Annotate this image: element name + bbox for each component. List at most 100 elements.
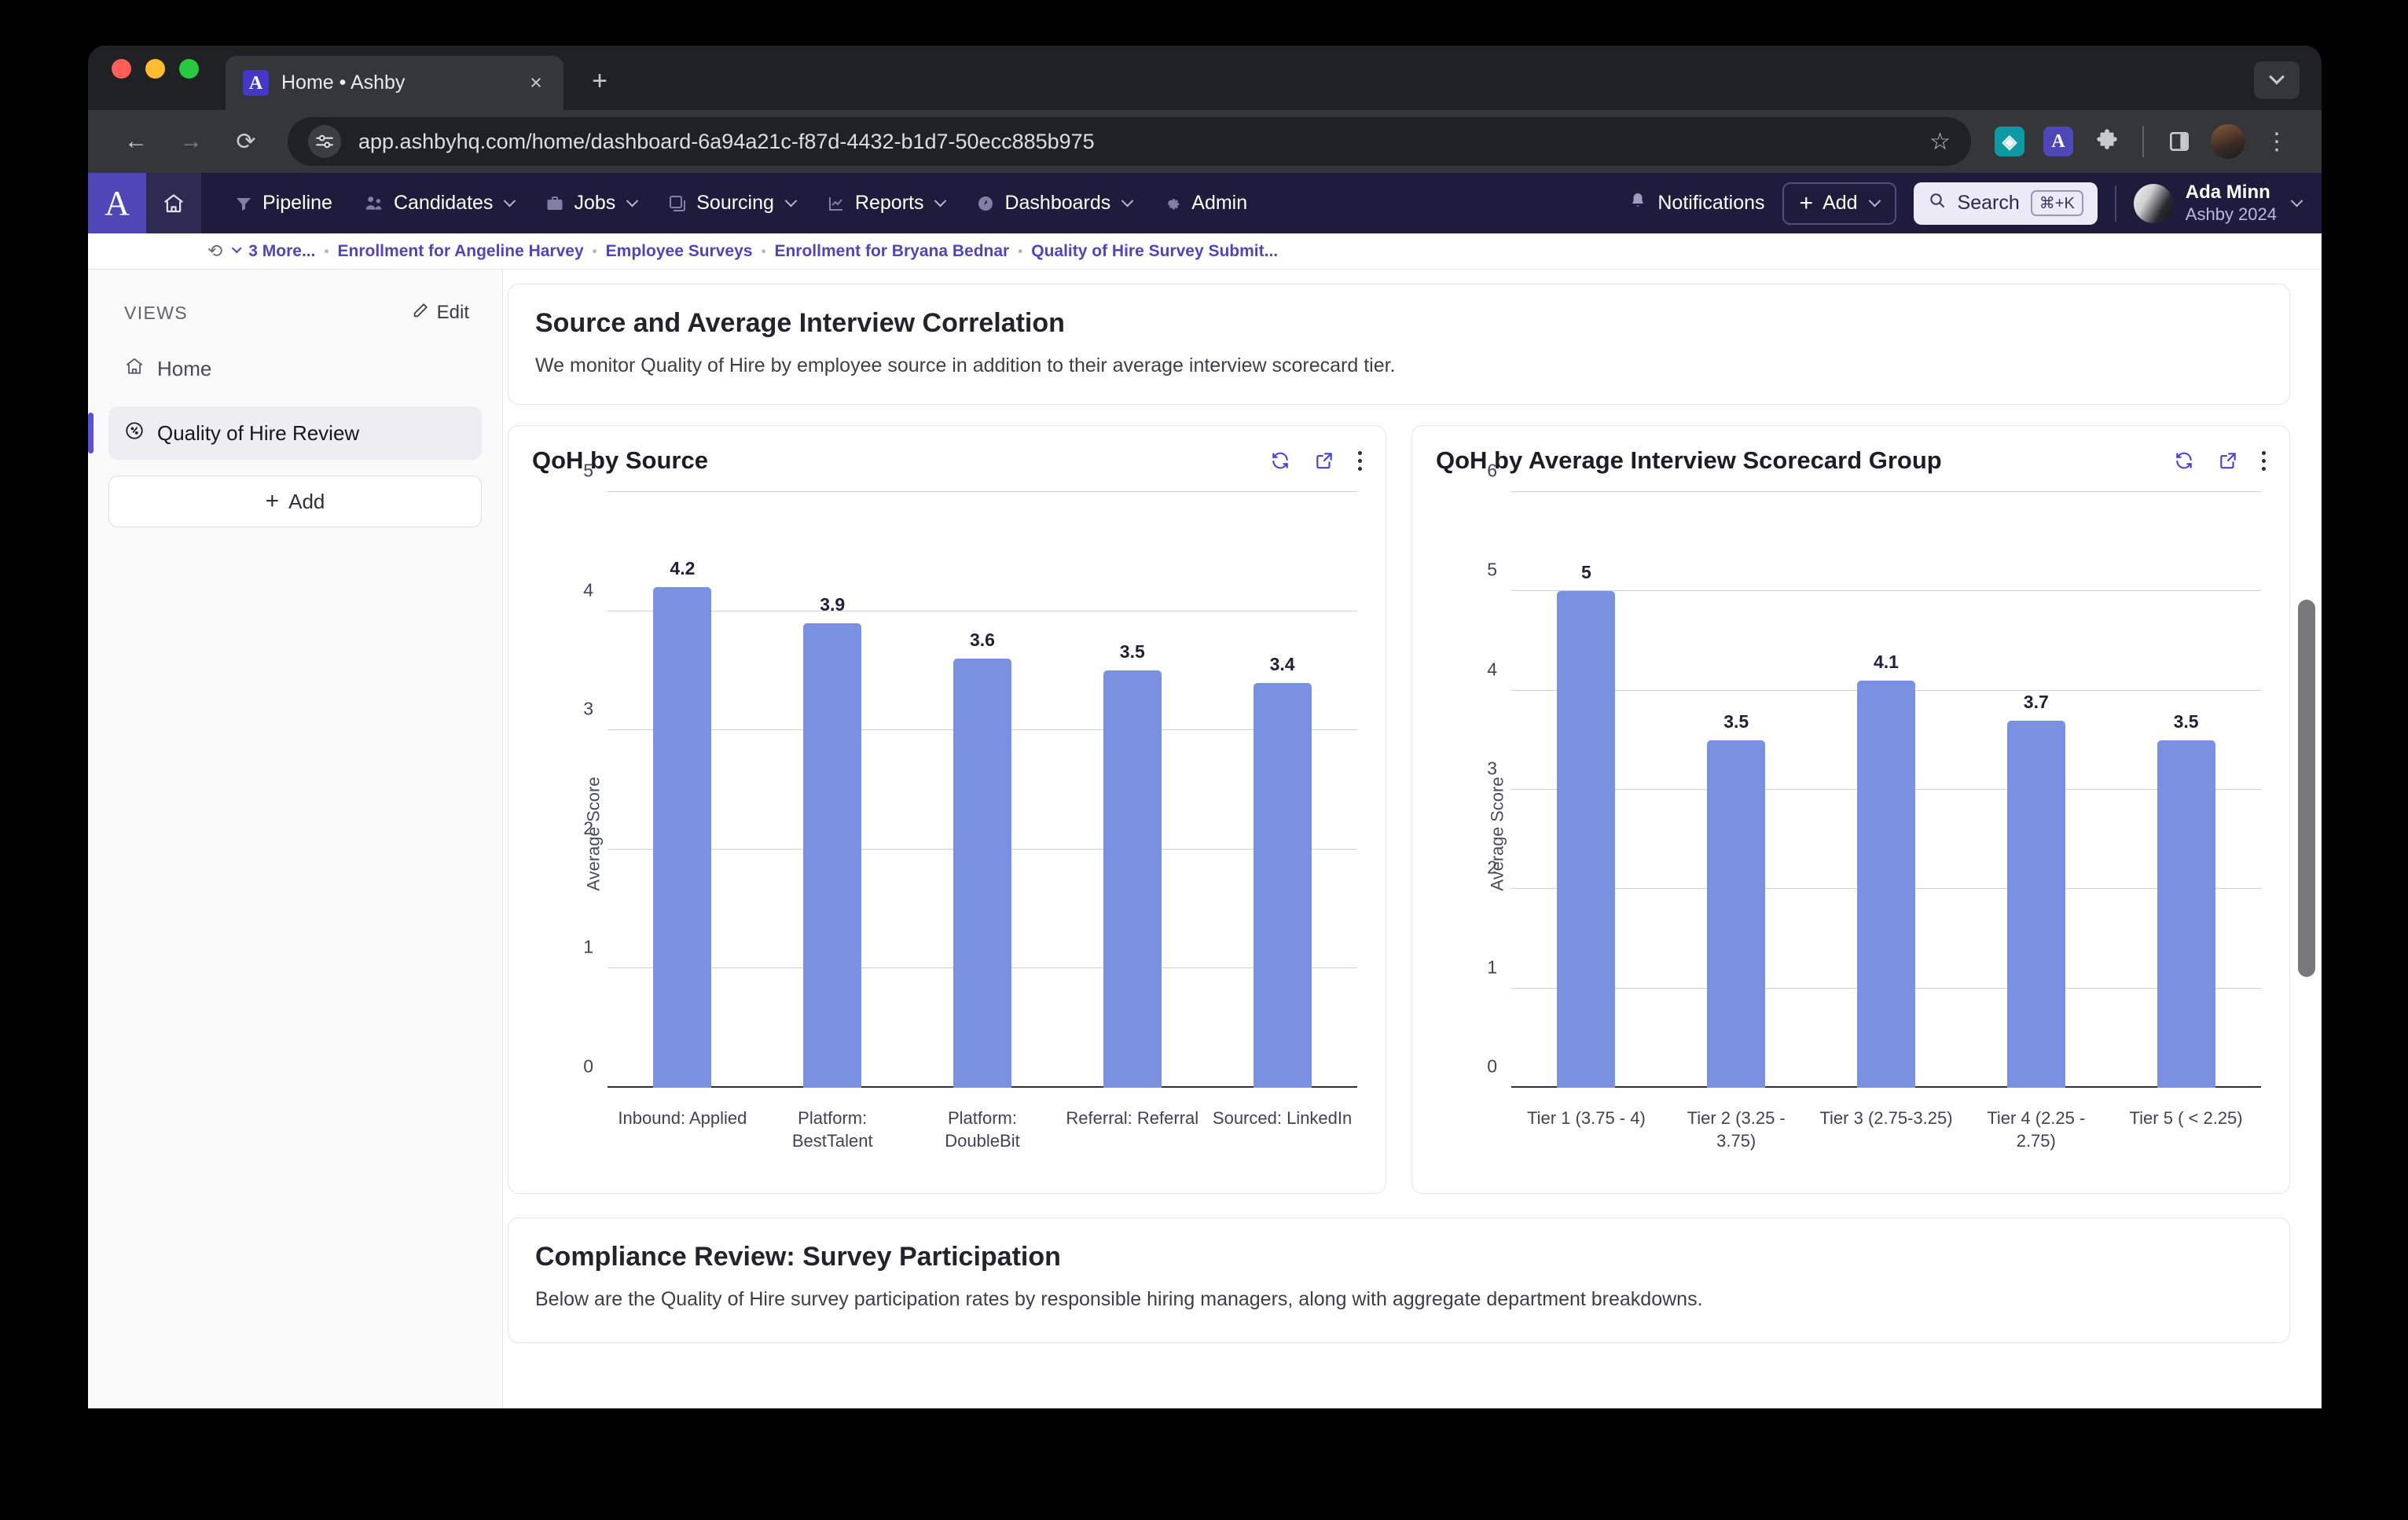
bar-group[interactable]: 4.1 xyxy=(1812,492,1962,1088)
nav-label-reports: Reports xyxy=(855,192,924,215)
gear-icon xyxy=(1163,194,1182,213)
ashby-logo[interactable]: A xyxy=(88,173,146,233)
x-tick-label: Inbound: Applied xyxy=(608,1107,758,1129)
views-header: VIEWS Edit xyxy=(108,295,482,331)
user-org: Ashby 2024 xyxy=(2186,204,2277,226)
refresh-icon[interactable] xyxy=(2174,450,2194,471)
external-link-icon[interactable] xyxy=(1314,450,1334,471)
site-settings-icon[interactable] xyxy=(308,125,341,158)
sidebar-item-home[interactable]: Home xyxy=(108,342,482,395)
extension-icon-ashby[interactable]: A xyxy=(2037,120,2079,163)
bar[interactable] xyxy=(1857,681,1915,1088)
search-shortcut-badge: ⌘+K xyxy=(2031,190,2083,216)
profile-avatar[interactable] xyxy=(2207,120,2249,163)
bar-group[interactable]: 3.7 xyxy=(1961,492,2111,1088)
bar[interactable] xyxy=(803,623,861,1088)
bar-group[interactable]: 3.4 xyxy=(1207,492,1357,1088)
bar-group[interactable]: 3.9 xyxy=(758,492,908,1088)
side-panel-icon[interactable] xyxy=(2158,120,2201,163)
sidebar-add-view-button[interactable]: + Add xyxy=(108,475,482,527)
refresh-icon[interactable] xyxy=(1270,450,1290,471)
nav-label-sourcing: Sourcing xyxy=(696,192,774,215)
nav-item-pipeline[interactable]: Pipeline xyxy=(218,173,348,233)
bar[interactable] xyxy=(1557,591,1615,1088)
bar[interactable] xyxy=(2007,721,2065,1088)
extension-icon-1[interactable]: ◈ xyxy=(1988,120,2031,163)
breadcrumb-item[interactable]: Employee Surveys xyxy=(606,242,753,261)
breadcrumb-more[interactable]: 3 More... xyxy=(248,242,315,261)
search-button[interactable]: Search ⌘+K xyxy=(1914,182,2098,225)
history-icon[interactable]: ⟲ xyxy=(207,240,222,262)
nav-home-button[interactable] xyxy=(146,173,201,233)
bar[interactable] xyxy=(1707,740,1765,1088)
kebab-menu-icon[interactable] xyxy=(1358,451,1362,471)
bar-group[interactable]: 3.5 xyxy=(1057,492,1207,1088)
forward-button[interactable]: → xyxy=(167,117,215,166)
breadcrumb-item[interactable]: Enrollment for Angeline Harvey xyxy=(338,242,584,261)
new-tab-button[interactable]: + xyxy=(584,68,615,94)
chart-actions xyxy=(1270,450,1362,471)
bar-group[interactable]: 3.5 xyxy=(2111,492,2261,1088)
nav-item-admin[interactable]: Admin xyxy=(1147,173,1263,233)
minimize-window-button[interactable] xyxy=(145,59,165,79)
nav-item-candidates[interactable]: Candidates xyxy=(348,173,530,233)
scrollbar-thumb[interactable] xyxy=(2298,600,2315,977)
close-tab-icon[interactable]: × xyxy=(523,72,549,94)
bookmark-star-icon[interactable]: ☆ xyxy=(1929,128,1955,156)
extensions-puzzle-icon[interactable] xyxy=(2086,120,2128,163)
tab-list-dropdown-button[interactable] xyxy=(2254,61,2300,99)
nav-item-reports[interactable]: Reports xyxy=(811,173,961,233)
briefcase-icon xyxy=(545,194,564,213)
breadcrumb-item[interactable]: Quality of Hire Survey Submit... xyxy=(1031,242,1278,261)
bar-group[interactable]: 3.6 xyxy=(908,492,1058,1088)
chart-line-icon xyxy=(827,194,846,213)
sidebar-item-quality-of-hire-review[interactable]: Quality of Hire Review xyxy=(108,406,482,460)
bar-group[interactable]: 4.2 xyxy=(608,492,758,1088)
close-window-button[interactable] xyxy=(112,59,131,79)
y-tick-label: 4 xyxy=(1487,659,1497,680)
nav-item-jobs[interactable]: Jobs xyxy=(530,173,652,233)
bar-value-label: 3.7 xyxy=(2024,692,2049,713)
chart-plot-area: Average Score 0 1 xyxy=(1436,492,2266,1176)
y-tick-label: 3 xyxy=(1487,758,1497,780)
notifications-button[interactable]: Notifications xyxy=(1628,191,1764,215)
x-axis-labels: Inbound: Applied Platform: BestTalent Pl… xyxy=(608,1092,1357,1176)
browser-tab[interactable]: A Home • Ashby × xyxy=(226,56,563,110)
gauge-icon xyxy=(124,420,145,446)
nav-item-sourcing[interactable]: Sourcing xyxy=(652,173,811,233)
sidebar: VIEWS Edit xyxy=(88,270,503,1408)
edit-views-button[interactable]: Edit xyxy=(412,302,469,325)
bar[interactable] xyxy=(1254,683,1312,1088)
bar[interactable] xyxy=(953,659,1011,1088)
x-tick-label: Referral: Referral xyxy=(1057,1107,1207,1129)
add-button[interactable]: + Add xyxy=(1782,182,1896,225)
main-scrollbar[interactable] xyxy=(2298,600,2315,977)
chevron-down-icon xyxy=(2291,195,2303,207)
bar[interactable] xyxy=(2157,740,2215,1088)
reload-button[interactable]: ⟳ xyxy=(222,117,270,166)
breadcrumb-separator: ▪ xyxy=(324,244,329,259)
chevron-down-icon[interactable] xyxy=(232,244,242,254)
bar[interactable] xyxy=(1103,670,1162,1088)
bar[interactable] xyxy=(653,587,711,1088)
browser-menu-button[interactable]: ⋮ xyxy=(2256,120,2298,163)
nav-label-dashboards: Dashboards xyxy=(1004,192,1110,215)
breadcrumb-item[interactable]: Enrollment for Bryana Bednar xyxy=(774,242,1009,261)
y-tick-label: 6 xyxy=(1487,461,1497,482)
nav-item-dashboards[interactable]: Dashboards xyxy=(960,173,1147,233)
bar-group[interactable]: 5 xyxy=(1511,492,1661,1088)
chevron-down-icon xyxy=(1121,195,1134,207)
back-button[interactable]: ← xyxy=(112,117,160,166)
maximize-window-button[interactable] xyxy=(179,59,199,79)
chevron-down-icon xyxy=(504,195,516,207)
external-link-icon[interactable] xyxy=(2218,450,2238,471)
nav-label-admin: Admin xyxy=(1191,192,1247,215)
pencil-icon xyxy=(412,302,429,325)
address-bar[interactable]: app.ashbyhq.com/home/dashboard-6a94a21c-… xyxy=(288,117,1971,166)
kebab-menu-icon[interactable] xyxy=(2262,451,2266,471)
chevron-down-icon xyxy=(934,195,947,207)
views-section-label: VIEWS xyxy=(124,303,188,324)
bar-group[interactable]: 3.5 xyxy=(1661,492,1812,1088)
gauge-icon xyxy=(976,194,995,213)
user-menu[interactable]: Ada Minn Ashby 2024 xyxy=(2134,181,2301,225)
